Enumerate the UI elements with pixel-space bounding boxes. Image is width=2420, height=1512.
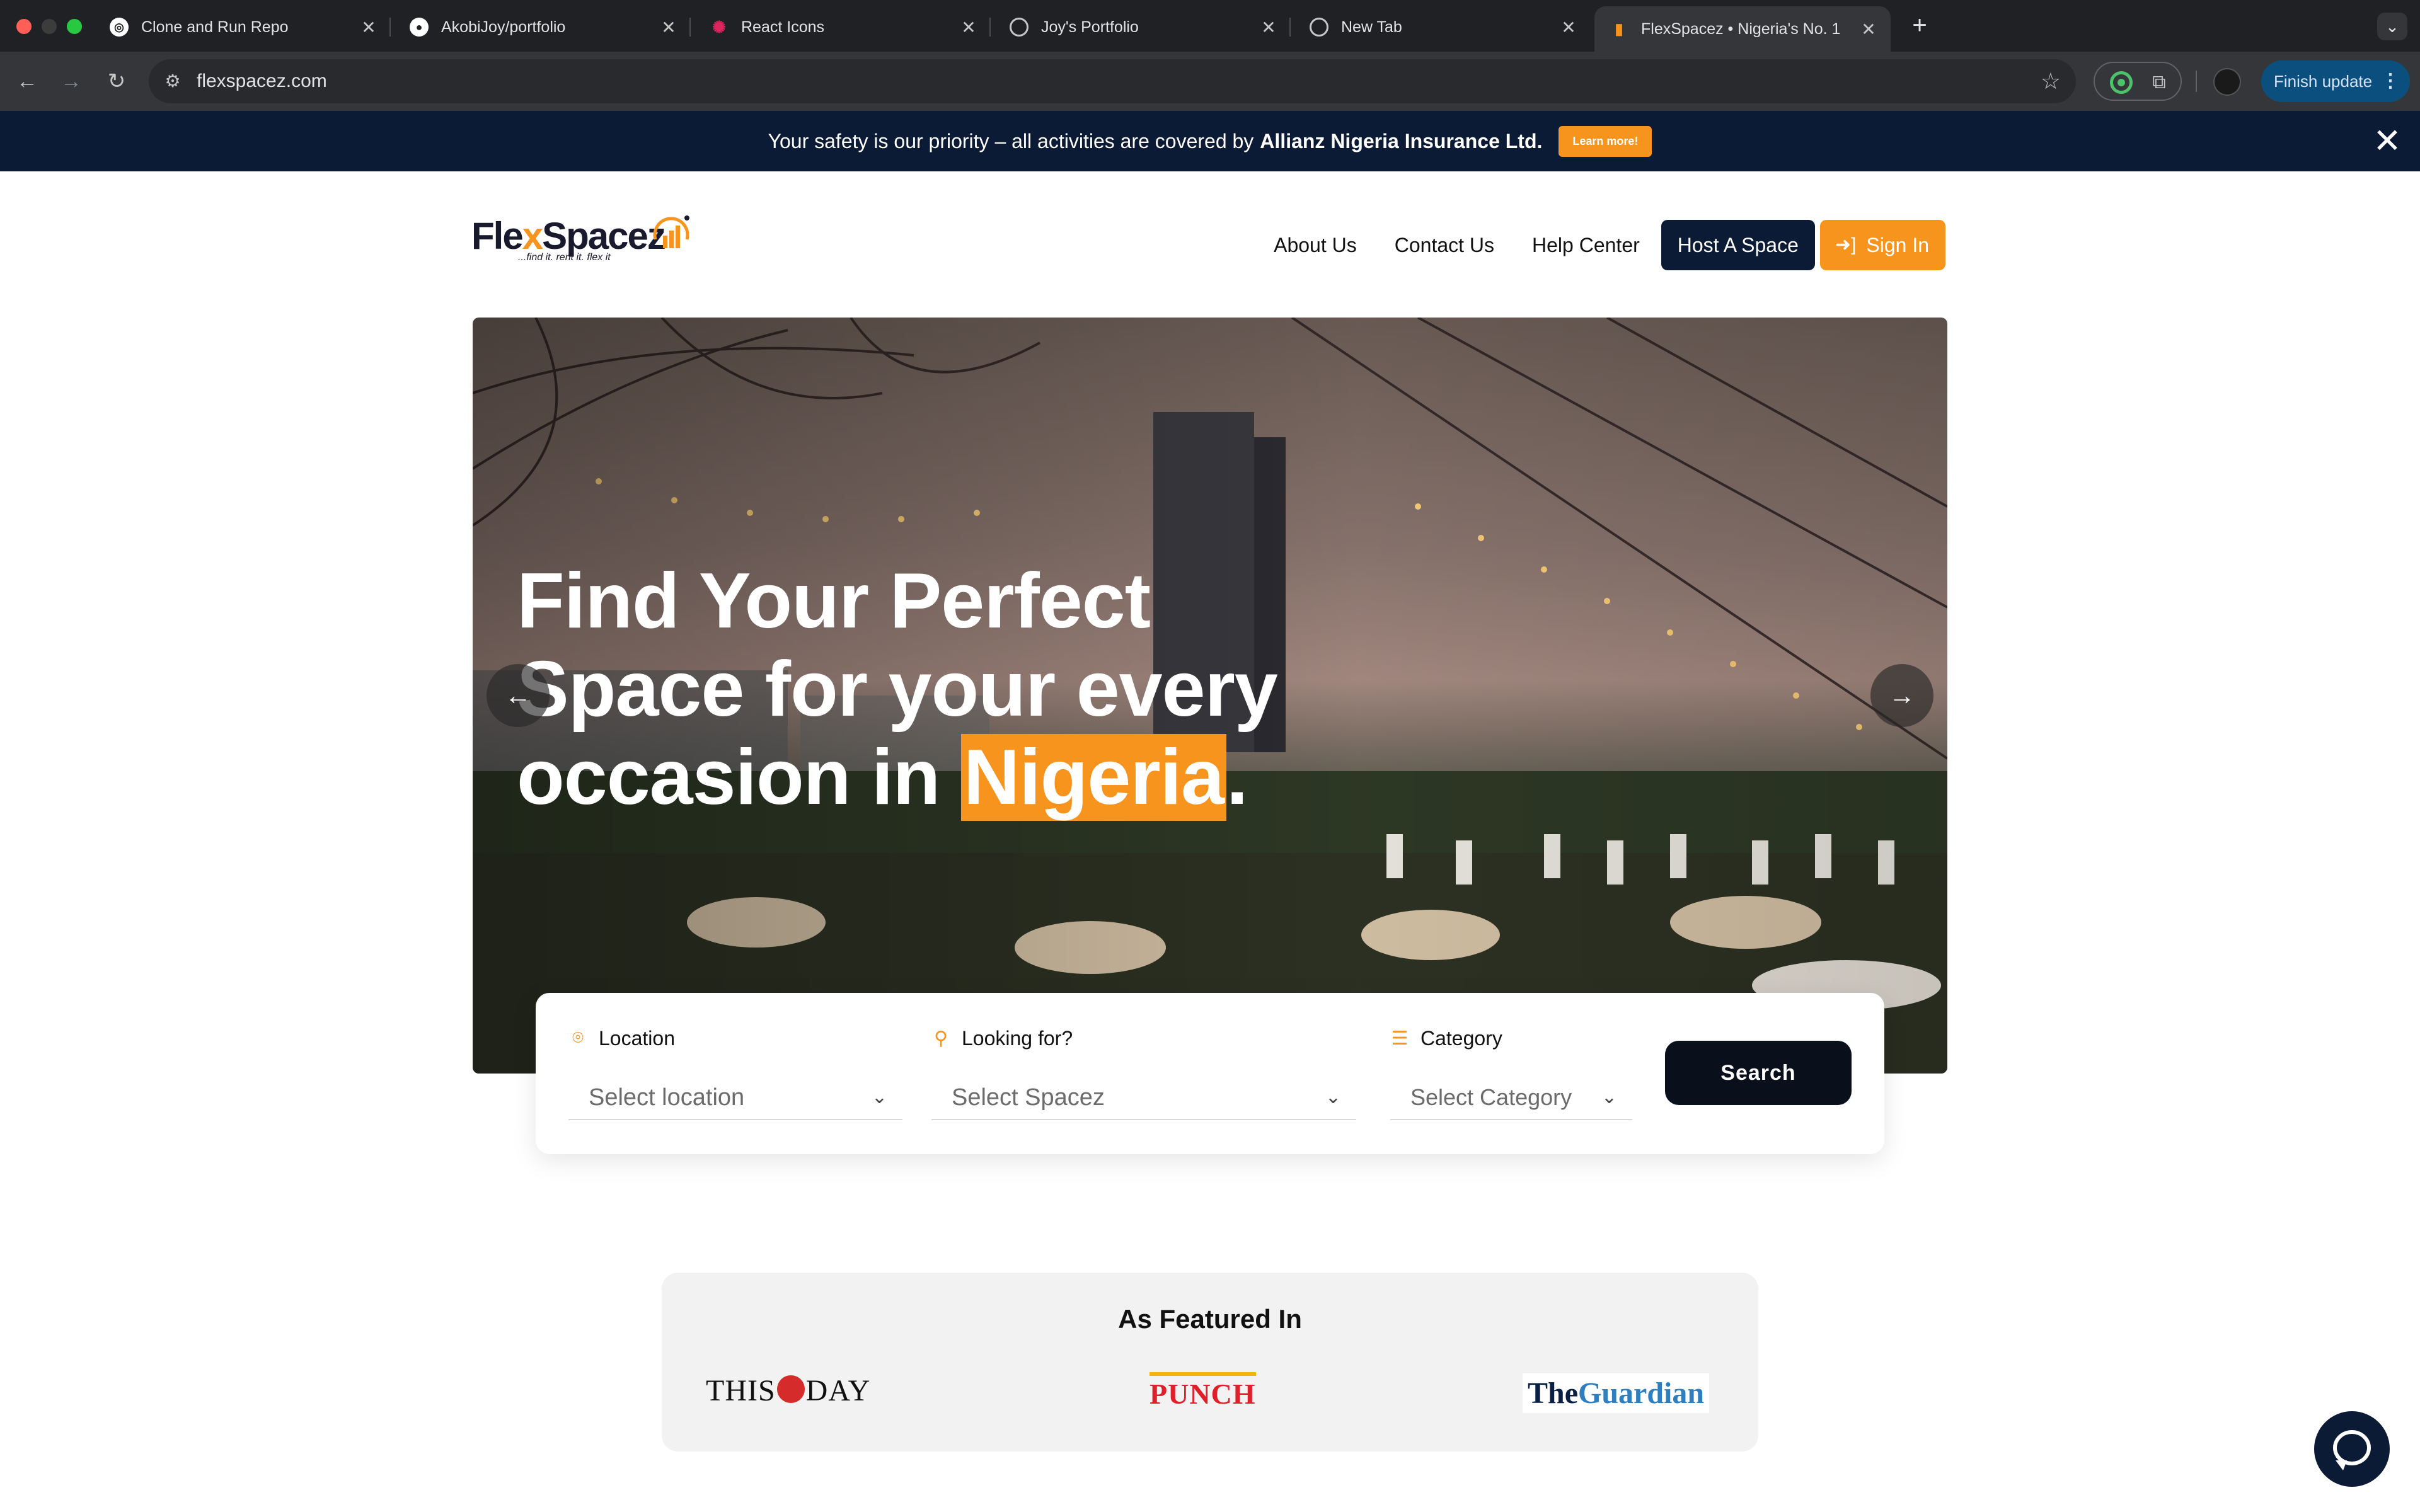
browser-toolbar: ← → ↻ ⚙ flexspacez.com ☆ ⧉ Finish update…	[0, 52, 2420, 111]
carousel-prev-arrow-icon[interactable]: ←	[487, 664, 550, 727]
github-icon: ●	[410, 18, 429, 37]
sign-in-label: Sign In	[1866, 234, 1929, 256]
chevron-down-icon: ⌄	[871, 1087, 887, 1108]
tab-joys-portfolio[interactable]: Joy's Portfolio ✕	[994, 6, 1291, 48]
chat-widget-button[interactable]	[2314, 1411, 2390, 1487]
category-field: ☰ Category Select Category ⌄	[1390, 1026, 1632, 1120]
main-nav: About Us Contact Us Help Center Host A S…	[1274, 220, 1945, 270]
looking-for-label: ⚲ Looking for?	[931, 1026, 1356, 1051]
tab-title: AkobiJoy/portfolio	[441, 18, 566, 36]
announcement-text: Your safety is our priority – all activi…	[768, 129, 1254, 152]
announcement-bar: Your safety is our priority – all activi…	[0, 111, 2420, 171]
tab-akobijoy-portfolio[interactable]: ● AkobiJoy/portfolio ✕	[395, 6, 691, 48]
finish-update-label: Finish update	[2274, 72, 2373, 91]
nav-help-center[interactable]: Help Center	[1532, 234, 1640, 257]
close-icon[interactable]: ✕	[2368, 122, 2406, 160]
looking-for-field: ⚲ Looking for? Select Spacez ⌄	[931, 1026, 1356, 1120]
hero-headline: Find Your Perfect Space for your every o…	[517, 557, 1399, 822]
window-controls	[16, 19, 82, 34]
featured-title: As Featured In	[1118, 1304, 1302, 1334]
bookmark-star-icon[interactable]: ☆	[2041, 67, 2061, 96]
tab-title: Clone and Run Repo	[141, 18, 289, 36]
close-tab-icon[interactable]: ✕	[659, 17, 678, 38]
more-menu-icon[interactable]: ⋮	[2381, 60, 2400, 102]
close-window-button[interactable]	[16, 19, 32, 34]
guardian-logo: TheGuardian	[1523, 1373, 1710, 1413]
maximize-window-button[interactable]	[67, 19, 82, 34]
tab-title: New Tab	[1341, 18, 1402, 36]
profile-avatar[interactable]	[2213, 68, 2241, 96]
chevron-down-icon: ⌄	[1601, 1087, 1617, 1108]
featured-in-section: As Featured In THIS DAY PUNCH TheGuardian	[662, 1273, 1758, 1452]
logo-wordmark: FlexSpacez	[471, 215, 666, 257]
nav-contact-us[interactable]: Contact Us	[1395, 234, 1494, 257]
logo-bars-icon	[653, 215, 689, 248]
finish-update-button[interactable]: Finish update ⋮	[2261, 60, 2410, 102]
toolbar-divider	[2196, 71, 2197, 92]
tab-react-icons[interactable]: ✺ React Icons ✕	[694, 6, 991, 48]
logo-tagline: ...find it. rent it. flex it	[518, 252, 611, 263]
sign-in-icon: ➜]	[1835, 234, 1857, 255]
reload-icon[interactable]: ↻	[102, 67, 131, 96]
host-a-space-button[interactable]: Host A Space	[1661, 220, 1815, 270]
extensions-puzzle-icon[interactable]: ⧉	[2146, 70, 2172, 95]
address-bar[interactable]: ⚙ flexspacez.com ☆	[149, 59, 2076, 103]
tab-title: FlexSpacez • Nigeria's No. 1	[1641, 20, 1841, 38]
new-tab-button[interactable]: +	[1906, 11, 1933, 40]
running-person-icon: ⚲	[934, 1028, 948, 1049]
back-arrow-icon[interactable]: ←	[13, 67, 42, 96]
site-settings-icon[interactable]: ⚙	[161, 70, 184, 93]
close-tab-icon[interactable]: ✕	[359, 17, 378, 38]
close-tab-icon[interactable]: ✕	[959, 17, 978, 38]
tab-title: Joy's Portfolio	[1041, 18, 1139, 36]
search-card: ⌾ Location Select location ⌄ ⚲ Looking f…	[536, 993, 1884, 1154]
hero-line-3: occasion in Nigeria.	[517, 734, 1248, 821]
tab-search-button[interactable]: ⌄	[2377, 13, 2407, 40]
location-field: ⌾ Location Select location ⌄	[568, 1026, 902, 1120]
location-label: ⌾ Location	[568, 1026, 902, 1051]
tab-clone-and-run-repo[interactable]: ◎ Clone and Run Repo ✕	[95, 6, 391, 48]
punch-logo: PUNCH	[1150, 1372, 1256, 1410]
learn-more-button[interactable]: Learn more!	[1559, 125, 1652, 157]
extension-record-icon[interactable]	[2110, 71, 2133, 94]
close-tab-icon[interactable]: ✕	[1259, 17, 1278, 38]
location-select[interactable]: Select location ⌄	[568, 1075, 902, 1120]
map-pin-icon: ⌾	[572, 1028, 584, 1048]
spacez-select[interactable]: Select Spacez ⌄	[931, 1075, 1356, 1120]
tab-flexspacez[interactable]: ▮ FlexSpacez • Nigeria's No. 1 ✕	[1594, 6, 1891, 52]
list-icon: ☰	[1391, 1028, 1409, 1049]
hero-line-1: Find Your Perfect	[517, 558, 1151, 644]
announcement-insurer: Allianz Nigeria Insurance Ltd.	[1260, 129, 1543, 152]
category-select[interactable]: Select Category ⌄	[1390, 1075, 1632, 1120]
browser-tab-bar: ◎ Clone and Run Repo ✕ ● AkobiJoy/portfo…	[0, 0, 2420, 52]
url-text[interactable]: flexspacez.com	[197, 59, 327, 103]
globe-icon	[1010, 18, 1028, 37]
category-label: ☰ Category	[1391, 1026, 1502, 1050]
react-icon: ✺	[712, 17, 726, 37]
tab-title: React Icons	[741, 18, 825, 36]
nav-about-us[interactable]: About Us	[1274, 234, 1357, 257]
chevron-down-icon: ⌄	[1325, 1087, 1341, 1108]
chat-bubble-tail	[2336, 1460, 2347, 1470]
hero-carousel: Find Your Perfect Space for your every o…	[473, 318, 1947, 1074]
forward-arrow-icon[interactable]: →	[57, 67, 86, 96]
flexspacez-logo[interactable]: FlexSpacez ...find it. rent it. flex it	[471, 208, 698, 277]
search-button[interactable]: Search	[1665, 1041, 1852, 1105]
extensions-group: ⧉	[2094, 62, 2182, 101]
thisday-logo: THIS DAY	[706, 1374, 871, 1407]
close-tab-icon[interactable]: ✕	[1559, 17, 1578, 38]
chrome-icon	[1310, 18, 1328, 37]
close-tab-icon[interactable]: ✕	[1859, 19, 1878, 40]
tab-new-tab[interactable]: New Tab ✕	[1294, 6, 1591, 48]
hero-highlight-nigeria: Nigeria	[960, 734, 1227, 821]
flexspacez-icon: ▮	[1615, 20, 1623, 38]
sign-in-button[interactable]: ➜] Sign In	[1819, 220, 1945, 270]
minimize-window-button[interactable]	[42, 19, 57, 34]
openai-icon: ◎	[110, 18, 129, 37]
hero-line-2: Space for your every	[517, 646, 1278, 733]
carousel-next-arrow-icon[interactable]: →	[1870, 664, 1933, 727]
